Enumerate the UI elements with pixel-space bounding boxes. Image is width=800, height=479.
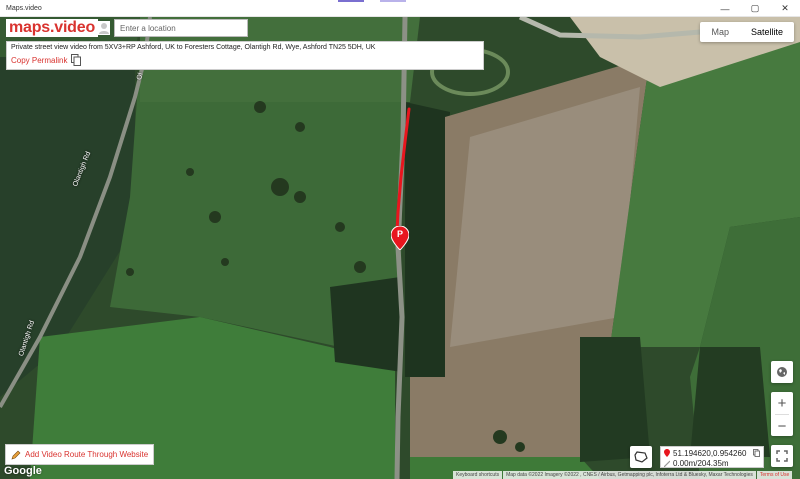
fullscreen-button[interactable]: [771, 445, 793, 467]
route-description: Private street view video from 5XV3+RP A…: [11, 44, 376, 51]
window-titlebar: Maps.video — ▢ ✕: [0, 0, 800, 17]
copy-icon[interactable]: [71, 54, 82, 66]
map-type-toggle: Map Satellite: [700, 22, 794, 42]
titlebar-accent: [338, 0, 364, 2]
titlebar-accent-secondary: [380, 0, 406, 2]
map-data-attribution: Map data ©2022 Imagery ©2022 , CNES / Ai…: [503, 471, 756, 479]
user-icon[interactable]: [98, 21, 111, 35]
globe-icon: [777, 367, 787, 377]
terms-of-use-link[interactable]: Terms of Use: [756, 471, 793, 479]
app-logo[interactable]: maps.video: [6, 19, 99, 37]
fullscreen-icon: [776, 450, 788, 462]
map-type-satellite-button[interactable]: Satellite: [740, 22, 794, 42]
add-video-route-button[interactable]: Add Video Route Through Website: [5, 444, 155, 465]
ruler-icon: [664, 460, 670, 467]
draw-shape-button[interactable]: [630, 446, 652, 468]
map-marker[interactable]: P: [390, 225, 410, 251]
copy-coords-icon[interactable]: [753, 449, 760, 457]
coordinates-row: 51.194620,0.954260: [664, 448, 760, 458]
coordinates-value: 51.194620,0.954260: [673, 448, 747, 458]
map-type-map-button[interactable]: Map: [700, 22, 740, 42]
add-video-route-label: Add Video Route Through Website: [25, 450, 149, 459]
zoom-out-button[interactable]: −: [771, 415, 793, 437]
distance-row: 0.00m/204.35m: [664, 458, 760, 468]
close-button[interactable]: ✕: [770, 0, 800, 17]
pencil-icon: [11, 450, 21, 459]
marker-label: P: [396, 229, 403, 239]
coordinates-panel: 51.194620,0.954260 0.00m/204.35m: [660, 446, 764, 468]
minimize-button[interactable]: —: [710, 0, 740, 17]
keyboard-shortcuts-link[interactable]: Keyboard shortcuts: [453, 471, 503, 479]
globe-button[interactable]: [771, 361, 793, 383]
google-logo: Google: [4, 465, 42, 477]
copy-permalink[interactable]: Copy Permalink: [11, 54, 479, 66]
window-controls: — ▢ ✕: [710, 0, 800, 17]
zoom-control: + −: [771, 392, 793, 436]
header-bar: maps.video: [6, 19, 248, 37]
location-pin-icon: [664, 449, 670, 457]
search-input[interactable]: [114, 19, 248, 37]
route-info-panel: Private street view video from 5XV3+RP A…: [6, 41, 484, 70]
zoom-in-button[interactable]: +: [771, 392, 793, 414]
window-title: Maps.video: [6, 4, 42, 12]
maximize-button[interactable]: ▢: [740, 0, 770, 17]
copy-permalink-link[interactable]: Copy Permalink: [11, 56, 67, 65]
distance-value: 0.00m/204.35m: [673, 458, 729, 468]
polygon-icon: [634, 451, 648, 463]
map-attribution: Keyboard shortcuts Map data ©2022 Imager…: [453, 471, 793, 479]
satellite-map[interactable]: Olantigh Rd Olantigh Rd Ol P: [0, 17, 800, 479]
